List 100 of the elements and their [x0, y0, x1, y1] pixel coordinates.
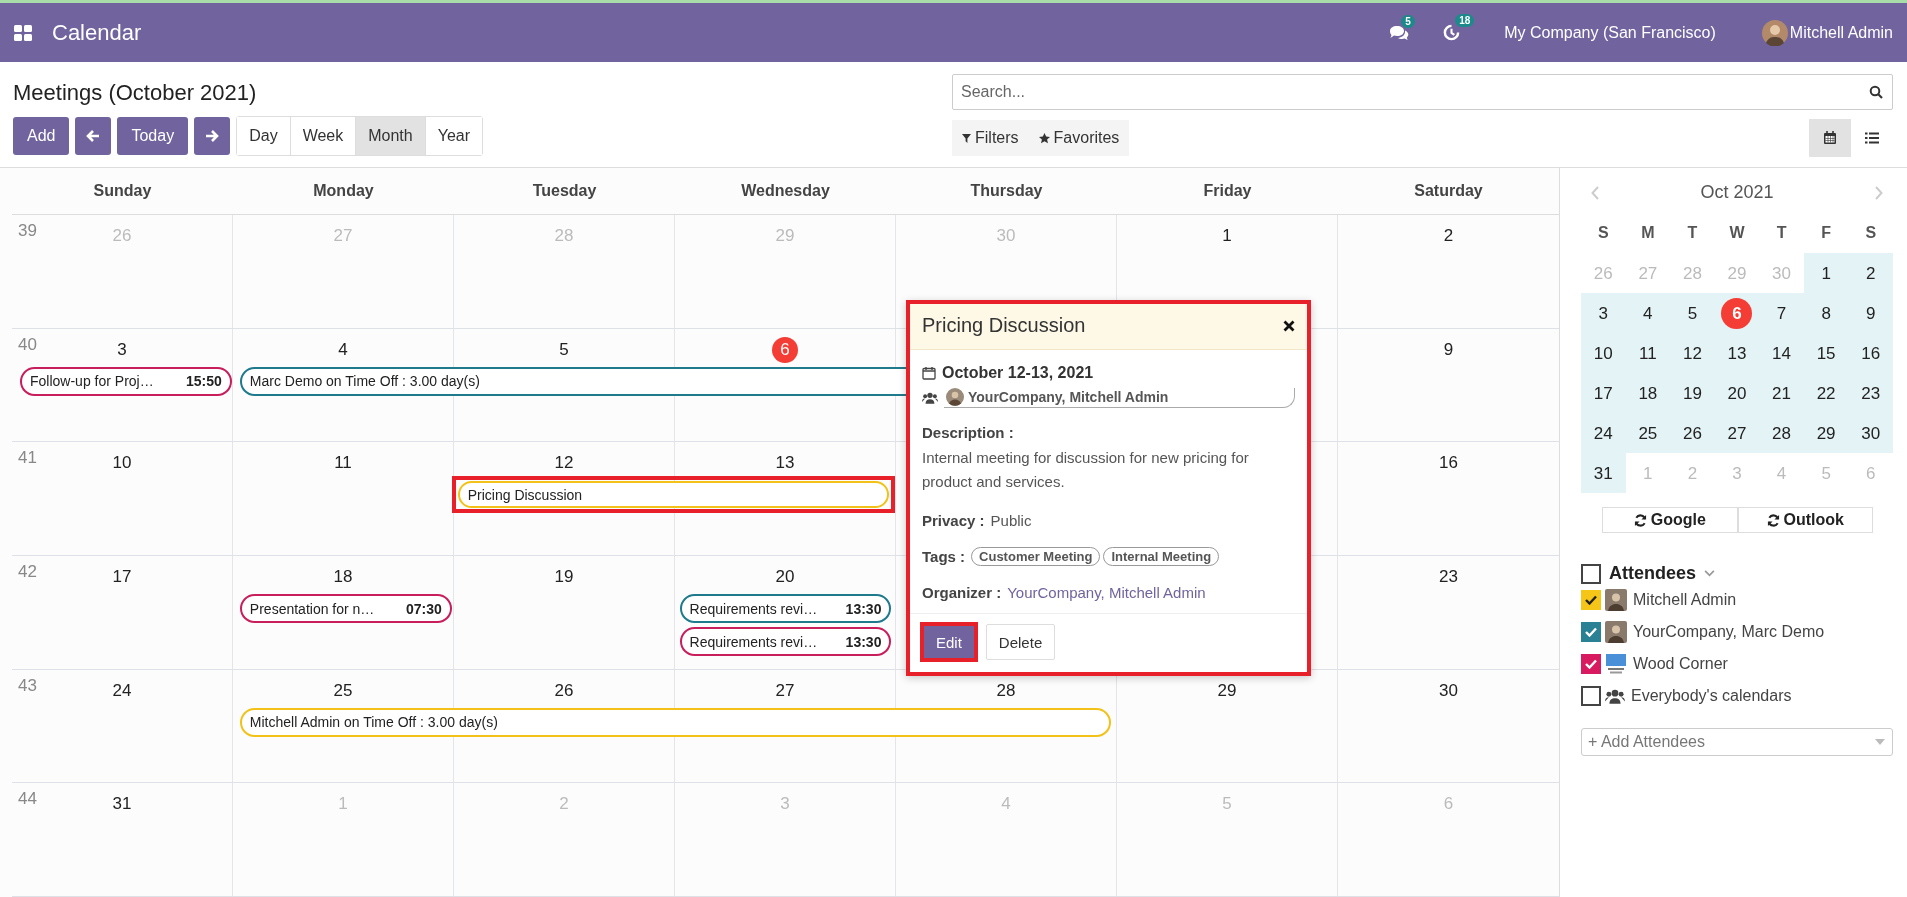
delete-button[interactable]: Delete: [985, 624, 1056, 660]
day-number[interactable]: 9: [1435, 336, 1462, 363]
day-number[interactable]: 26: [551, 677, 577, 704]
app-title: Calendar: [52, 19, 142, 46]
add-attendees-field[interactable]: + Add Attendees: [1581, 728, 1893, 756]
day-number[interactable]: 2: [1435, 223, 1462, 249]
message-count-badge: 5: [1401, 14, 1415, 28]
calendar-icon: [922, 366, 936, 380]
star-icon: [1038, 132, 1050, 144]
arrow-left-icon: [86, 129, 101, 143]
close-icon[interactable]: [1283, 319, 1295, 332]
week-number: 43: [18, 675, 37, 696]
day-number[interactable]: 3: [109, 336, 135, 363]
calendar-event[interactable]: Pricing Discussion: [457, 481, 890, 509]
week-number: 44: [18, 789, 37, 810]
event-date: October 12-13, 2021: [942, 364, 1094, 382]
caret-down-icon: [1875, 739, 1885, 745]
attendee-name: Everybody's calendars: [1631, 687, 1792, 705]
edit-button[interactable]: Edit: [924, 626, 974, 658]
search-field[interactable]: Search...: [952, 74, 1893, 110]
attendee-name: Wood Corner: [1633, 655, 1728, 673]
day-number[interactable]: 5: [551, 336, 577, 363]
week-number: 39: [18, 221, 37, 241]
event-description: Internal meeting for discussion for new pricing for product and services.: [922, 448, 1250, 492]
scale-tab[interactable]: Month: [356, 117, 426, 155]
clock-icon[interactable]: [1443, 24, 1461, 41]
calendar-event[interactable]: Requirements revi… 13:30: [679, 627, 892, 656]
day-number[interactable]: 13: [772, 450, 798, 477]
attendee-name: Mitchell Admin: [1633, 591, 1737, 609]
mini-calendar-day[interactable]: 6: [1721, 297, 1753, 329]
day-number[interactable]: 20: [772, 564, 798, 590]
weekday-header: Sunday: [92, 181, 153, 201]
refresh-icon: [1766, 513, 1780, 527]
organizer-link[interactable]: YourCompany, Mitchell Admin: [1007, 584, 1206, 601]
day-number[interactable]: 23: [1435, 564, 1462, 590]
calendar-icon: [1823, 131, 1837, 145]
calendar-event[interactable]: Presentation for n… 07:30: [239, 594, 452, 623]
checkbox[interactable]: [1581, 563, 1601, 584]
chevron-down-icon[interactable]: [1704, 570, 1716, 577]
week-number: 40: [18, 334, 37, 355]
arrow-right-icon: [205, 129, 220, 143]
refresh-icon: [1633, 513, 1647, 527]
day-number[interactable]: 17: [109, 564, 135, 590]
favorites-button[interactable]: Favorites: [1028, 120, 1130, 156]
day-number[interactable]: 10: [109, 450, 135, 477]
chat-icon[interactable]: [1389, 24, 1410, 41]
weekday-header: Friday: [1202, 181, 1253, 201]
user-menu[interactable]: Mitchell Admin: [1789, 23, 1893, 42]
company-switcher[interactable]: My Company (San Francisco): [1504, 23, 1716, 42]
checkbox[interactable]: [1581, 686, 1601, 706]
day-number[interactable]: 28: [993, 677, 1019, 704]
day-number[interactable]: 18: [330, 564, 356, 590]
check-icon: [1585, 659, 1597, 669]
day-number[interactable]: 25: [330, 677, 356, 704]
attendee-name: YourCompany, Marc Demo: [1633, 623, 1825, 641]
today-button[interactable]: Today: [117, 117, 189, 155]
day-number[interactable]: 31: [109, 791, 135, 818]
sync-button[interactable]: Google: [1602, 507, 1738, 533]
weekday-header: Saturday: [1413, 181, 1484, 201]
day-number[interactable]: 27: [772, 677, 798, 704]
weekday-header: Monday: [312, 181, 375, 201]
avatar-icon: [1605, 621, 1627, 643]
day-number[interactable]: 24: [109, 677, 135, 704]
day-number[interactable]: 16: [1435, 450, 1462, 477]
privacy-label: Privacy :: [922, 512, 985, 529]
search-icon[interactable]: [1869, 85, 1883, 99]
page-title: Meetings (October 2021): [13, 80, 258, 106]
weekday-letter: S: [1596, 223, 1610, 243]
calendar-view-button[interactable]: [1809, 119, 1851, 157]
day-number[interactable]: 19: [551, 564, 577, 590]
filters-button[interactable]: Filters: [952, 120, 1029, 156]
add-button[interactable]: Add: [13, 117, 70, 155]
calendar-event[interactable]: Follow-up for Proj… 15:50: [20, 366, 232, 396]
day-number[interactable]: 4: [330, 336, 356, 363]
popover-title: Pricing Discussion: [922, 314, 1086, 337]
day-number[interactable]: 12: [551, 450, 577, 477]
calendar-event[interactable]: Mitchell Admin on Time Off : 3.00 day(s): [239, 707, 1112, 737]
list-icon: [1865, 132, 1879, 144]
calendar-event[interactable]: Requirements revi… 13:30: [679, 594, 892, 623]
check-icon: [1585, 595, 1597, 605]
day-number[interactable]: 30: [1435, 677, 1462, 704]
attendees-title: Attendees: [1609, 563, 1697, 584]
checkbox[interactable]: [1581, 654, 1601, 674]
day-number[interactable]: 29: [1214, 677, 1240, 704]
scale-tab[interactable]: Day: [237, 117, 291, 155]
weekday-header: Tuesday: [531, 181, 598, 201]
checkbox[interactable]: [1581, 622, 1601, 642]
filter-icon: [962, 133, 971, 143]
day-number[interactable]: 11: [330, 450, 356, 477]
users-icon: [1605, 688, 1625, 704]
week-number: 41: [18, 448, 37, 469]
sync-button[interactable]: Outlook: [1737, 507, 1873, 533]
apps-menu-icon[interactable]: [14, 24, 32, 41]
weekday-header: Thursday: [969, 181, 1044, 201]
weekday-letter: W: [1728, 223, 1746, 243]
weekday-header: Wednesday: [740, 181, 831, 201]
day-number[interactable]: 1: [1214, 223, 1240, 249]
next-button[interactable]: [194, 117, 231, 155]
previous-button[interactable]: [75, 117, 112, 155]
day-number[interactable]: 6: [772, 336, 798, 363]
